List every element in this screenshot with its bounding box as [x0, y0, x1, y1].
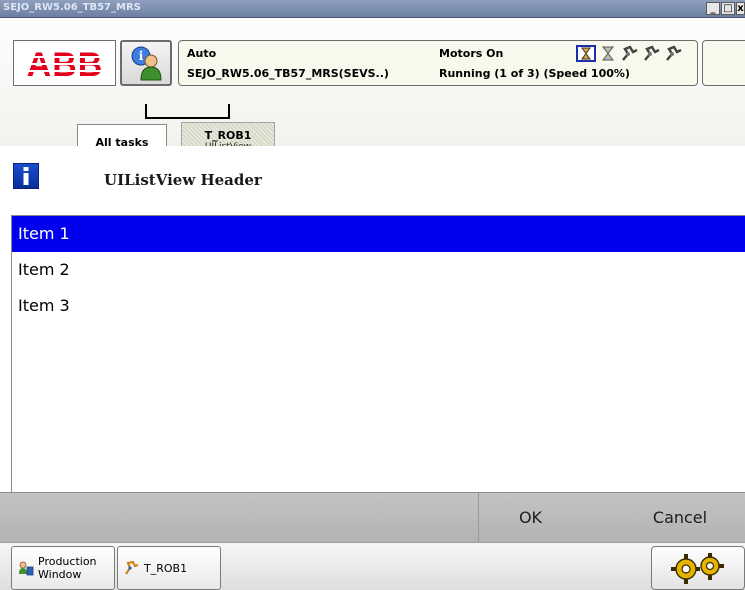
motor-state: Motors On	[439, 47, 504, 60]
list-item[interactable]: Item 1	[12, 216, 745, 252]
window-title: SEJO_RW5.06_TB57_MRS	[3, 2, 141, 13]
robot-arm-icon	[644, 45, 660, 61]
hourglass-icon	[601, 46, 615, 61]
info-person-icon: i	[131, 46, 162, 81]
list-view-content: UIListView Header Item 1 Item 2 Item 3	[0, 146, 745, 492]
svg-text:i: i	[139, 49, 144, 63]
robot-arm-icon	[622, 45, 638, 61]
status-panel[interactable]: Auto SEJO_RW5.06_TB57_MRS(SEVS..) Motors…	[178, 40, 698, 86]
ok-button[interactable]: OK	[478, 493, 582, 543]
tab-task-name: T_ROB1	[204, 129, 252, 142]
taskbar-production-line2: Window	[38, 568, 82, 581]
robot-arm-icon	[666, 45, 682, 61]
maximize-button[interactable]: □	[721, 2, 735, 15]
run-state: Running (1 of 3) (Speed 100%)	[439, 67, 630, 80]
close-button[interactable]: x	[736, 2, 745, 15]
flexpendant-header: ABB i Auto SEJO_RW5.06_TB57_MRS(SEVS..) …	[0, 18, 745, 164]
system-name: SEJO_RW5.06_TB57_MRS(SEVS..)	[187, 67, 389, 80]
quickset-button[interactable]	[651, 546, 745, 590]
taskbar-production-window[interactable]: Production Window	[11, 546, 115, 590]
information-icon	[13, 163, 39, 189]
taskbar-production-label: Production Window	[38, 555, 97, 581]
gears-icon	[671, 553, 724, 584]
abb-logo[interactable]: ABB	[13, 40, 116, 86]
abb-logo-mark: ABB	[19, 46, 110, 80]
robot-program-icon	[125, 560, 139, 575]
taskbar-production-line1: Production	[38, 555, 97, 568]
taskbar-t-rob1[interactable]: T_ROB1	[117, 546, 221, 590]
taskbar: Production Window T_ROB1	[0, 542, 745, 590]
list-item[interactable]: Item 3	[12, 288, 745, 324]
command-bar: OK Cancel	[0, 492, 745, 543]
hourglass-icon	[576, 45, 596, 62]
task-connector-line	[145, 104, 230, 119]
taskbar-t-rob1-label: T_ROB1	[144, 561, 188, 575]
list-item[interactable]: Item 2	[12, 252, 745, 288]
quick-status-panel[interactable]	[702, 40, 745, 86]
window-title-bar: SEJO_RW5.06_TB57_MRS _ □ x	[0, 0, 745, 18]
cancel-button[interactable]: Cancel	[625, 493, 735, 543]
list-view[interactable]: Item 1 Item 2 Item 3	[11, 215, 745, 492]
list-header-title: UIListView Header	[104, 171, 262, 189]
minimize-button[interactable]: _	[706, 2, 720, 15]
operating-mode: Auto	[187, 47, 217, 60]
production-window-icon	[19, 561, 34, 576]
event-log-button[interactable]: i	[120, 40, 172, 86]
task-status-icons	[576, 45, 684, 63]
